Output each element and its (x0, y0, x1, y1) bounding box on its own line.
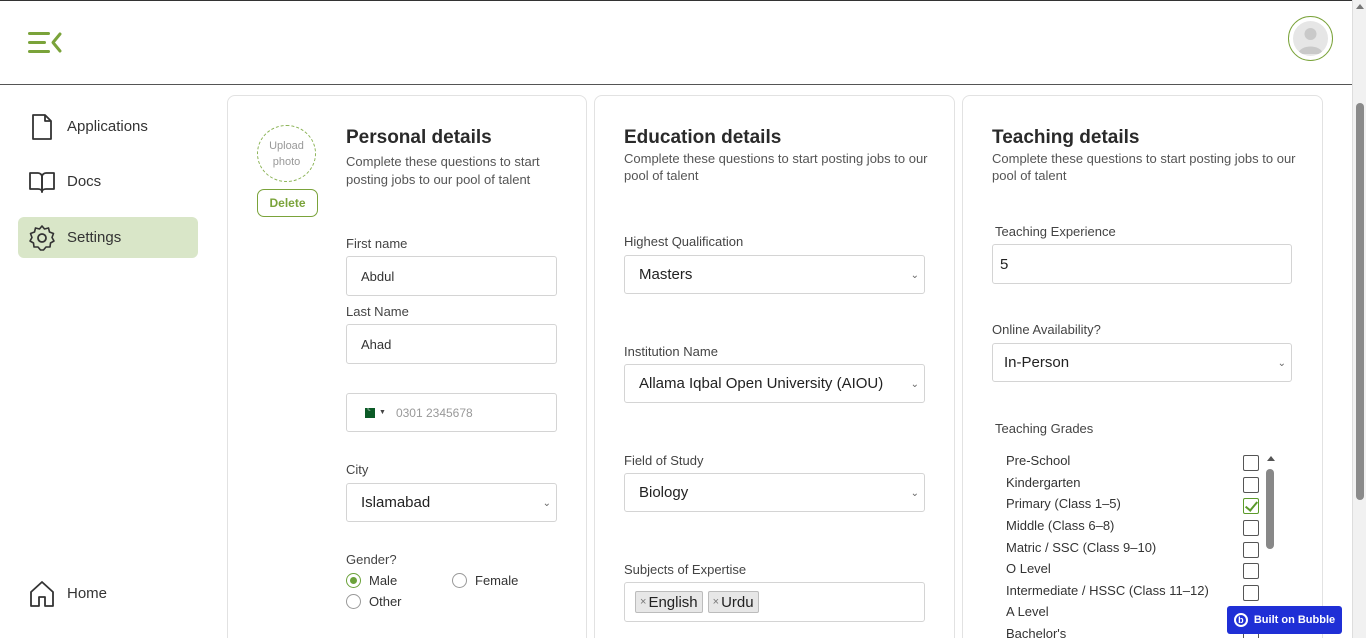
personal-details-card: Upload photo Delete Personal details Com… (227, 95, 587, 638)
chevron-down-icon: ⌄ (1277, 358, 1286, 369)
field-of-study-select[interactable]: Biology ⌄ (624, 473, 925, 512)
grade-checkbox[interactable] (1243, 542, 1259, 558)
section-subtitle: Complete these questions to start postin… (346, 154, 540, 187)
gender-radio-male[interactable]: Male (346, 573, 397, 588)
sidebar-item-label: Home (67, 585, 108, 602)
field-of-study-label: Field of Study (624, 453, 704, 468)
sidebar-item-settings[interactable]: Settings (18, 217, 198, 258)
grade-checkbox[interactable] (1243, 585, 1259, 601)
sidebar-item-docs[interactable]: Docs (18, 161, 198, 202)
subject-tag: × Urdu (707, 591, 759, 613)
delete-photo-button[interactable]: Delete (257, 189, 318, 217)
file-icon (28, 113, 56, 141)
phone-placeholder: 0301 2345678 (395, 405, 473, 420)
section-title: Teaching details (992, 127, 1140, 148)
sidebar-item-label: Settings (67, 229, 122, 246)
sidebar: Applications Docs Settings Home (0, 86, 215, 638)
home-icon (28, 580, 56, 608)
education-details-card: Education details Complete these questio… (594, 95, 955, 638)
experience-input[interactable]: 5 (992, 244, 1292, 284)
grade-checkbox[interactable] (1243, 563, 1259, 579)
gear-icon (28, 224, 56, 252)
phone-input[interactable]: ▼ 0301 2345678 (346, 393, 557, 432)
grade-label: Pre-School (1006, 453, 1071, 468)
remove-tag-icon[interactable]: × (640, 596, 646, 608)
user-icon (1293, 21, 1328, 56)
grade-checkbox[interactable] (1243, 520, 1259, 536)
grade-label: Kindergarten (1006, 475, 1081, 490)
experience-label: Teaching Experience (995, 224, 1116, 239)
subject-tag: × English (635, 591, 703, 613)
upload-photo-button[interactable]: Upload photo (257, 125, 316, 182)
city-label: City (346, 462, 369, 477)
grade-checkbox[interactable] (1243, 498, 1259, 514)
sidebar-item-label: Applications (67, 118, 148, 135)
grade-checkbox[interactable] (1243, 455, 1259, 471)
first-name-label: First name (346, 236, 408, 251)
last-name-input[interactable]: Ahad (346, 324, 557, 364)
sidebar-item-label: Docs (67, 173, 102, 190)
subjects-multiselect[interactable]: × English × Urdu (624, 582, 925, 622)
grade-label: Middle (Class 6–8) (1006, 518, 1115, 533)
grade-label: Bachelor's (1006, 626, 1067, 638)
section-subtitle: Complete these questions to start postin… (624, 151, 928, 183)
grade-label: A Level (1006, 604, 1049, 619)
pakistan-flag-icon (361, 405, 375, 418)
chevron-down-icon: ⌄ (910, 488, 919, 499)
built-on-bubble-badge[interactable]: b Built on Bubble (1227, 606, 1342, 634)
bubble-logo-icon: b (1233, 613, 1248, 627)
sidebar-item-applications[interactable]: Applications (18, 106, 198, 147)
availability-select[interactable]: In-Person ⌄ (992, 343, 1292, 382)
scroll-up-icon[interactable] (1267, 456, 1275, 461)
chevron-down-icon[interactable]: ▼ (379, 409, 386, 416)
section-title: Education details (624, 127, 782, 148)
avatar[interactable] (1288, 16, 1333, 61)
chevron-down-icon: ⌄ (910, 379, 919, 390)
section-title: Personal details (346, 127, 492, 148)
grade-label: O Level (1006, 561, 1051, 576)
scroll-thumb[interactable] (1356, 103, 1364, 500)
subjects-label: Subjects of Expertise (624, 562, 747, 577)
scroll-up-icon[interactable] (1356, 4, 1364, 9)
availability-label: Online Availability? (992, 322, 1101, 337)
grade-label: Primary (Class 1–5) (1006, 496, 1121, 511)
grade-checkbox[interactable] (1243, 477, 1259, 493)
book-icon (28, 168, 56, 196)
sidebar-item-home[interactable]: Home (18, 573, 198, 614)
last-name-label: Last Name (346, 304, 409, 319)
scroll-thumb[interactable] (1266, 469, 1274, 549)
page-scrollbar[interactable] (1352, 0, 1366, 638)
chevron-down-icon: ⌄ (910, 270, 919, 281)
section-subtitle: Complete these questions to start postin… (992, 151, 1296, 183)
grade-label: Intermediate / HSSC (Class 11–12) (1006, 583, 1209, 598)
gender-radio-other[interactable]: Other (346, 594, 402, 609)
remove-tag-icon[interactable]: × (713, 596, 719, 608)
grade-label: Matric / SSC (Class 9–10) (1006, 540, 1157, 555)
city-select[interactable]: Islamabad ⌄ (346, 483, 557, 522)
institution-select[interactable]: Allama Iqbal Open University (AIOU) ⌄ (624, 364, 925, 403)
gender-label: Gender? (346, 552, 397, 567)
gender-radio-female[interactable]: Female (452, 573, 518, 588)
menu-collapse-icon[interactable] (26, 28, 64, 58)
chevron-down-icon: ⌄ (542, 498, 551, 509)
grades-label: Teaching Grades (995, 421, 1094, 436)
teaching-details-card: Teaching details Complete these question… (962, 95, 1323, 638)
top-bar (0, 0, 1352, 85)
qualification-select[interactable]: Masters ⌄ (624, 255, 925, 294)
first-name-input[interactable]: Abdul (346, 256, 557, 296)
qualification-label: Highest Qualification (624, 234, 744, 249)
institution-label: Institution Name (624, 344, 718, 359)
